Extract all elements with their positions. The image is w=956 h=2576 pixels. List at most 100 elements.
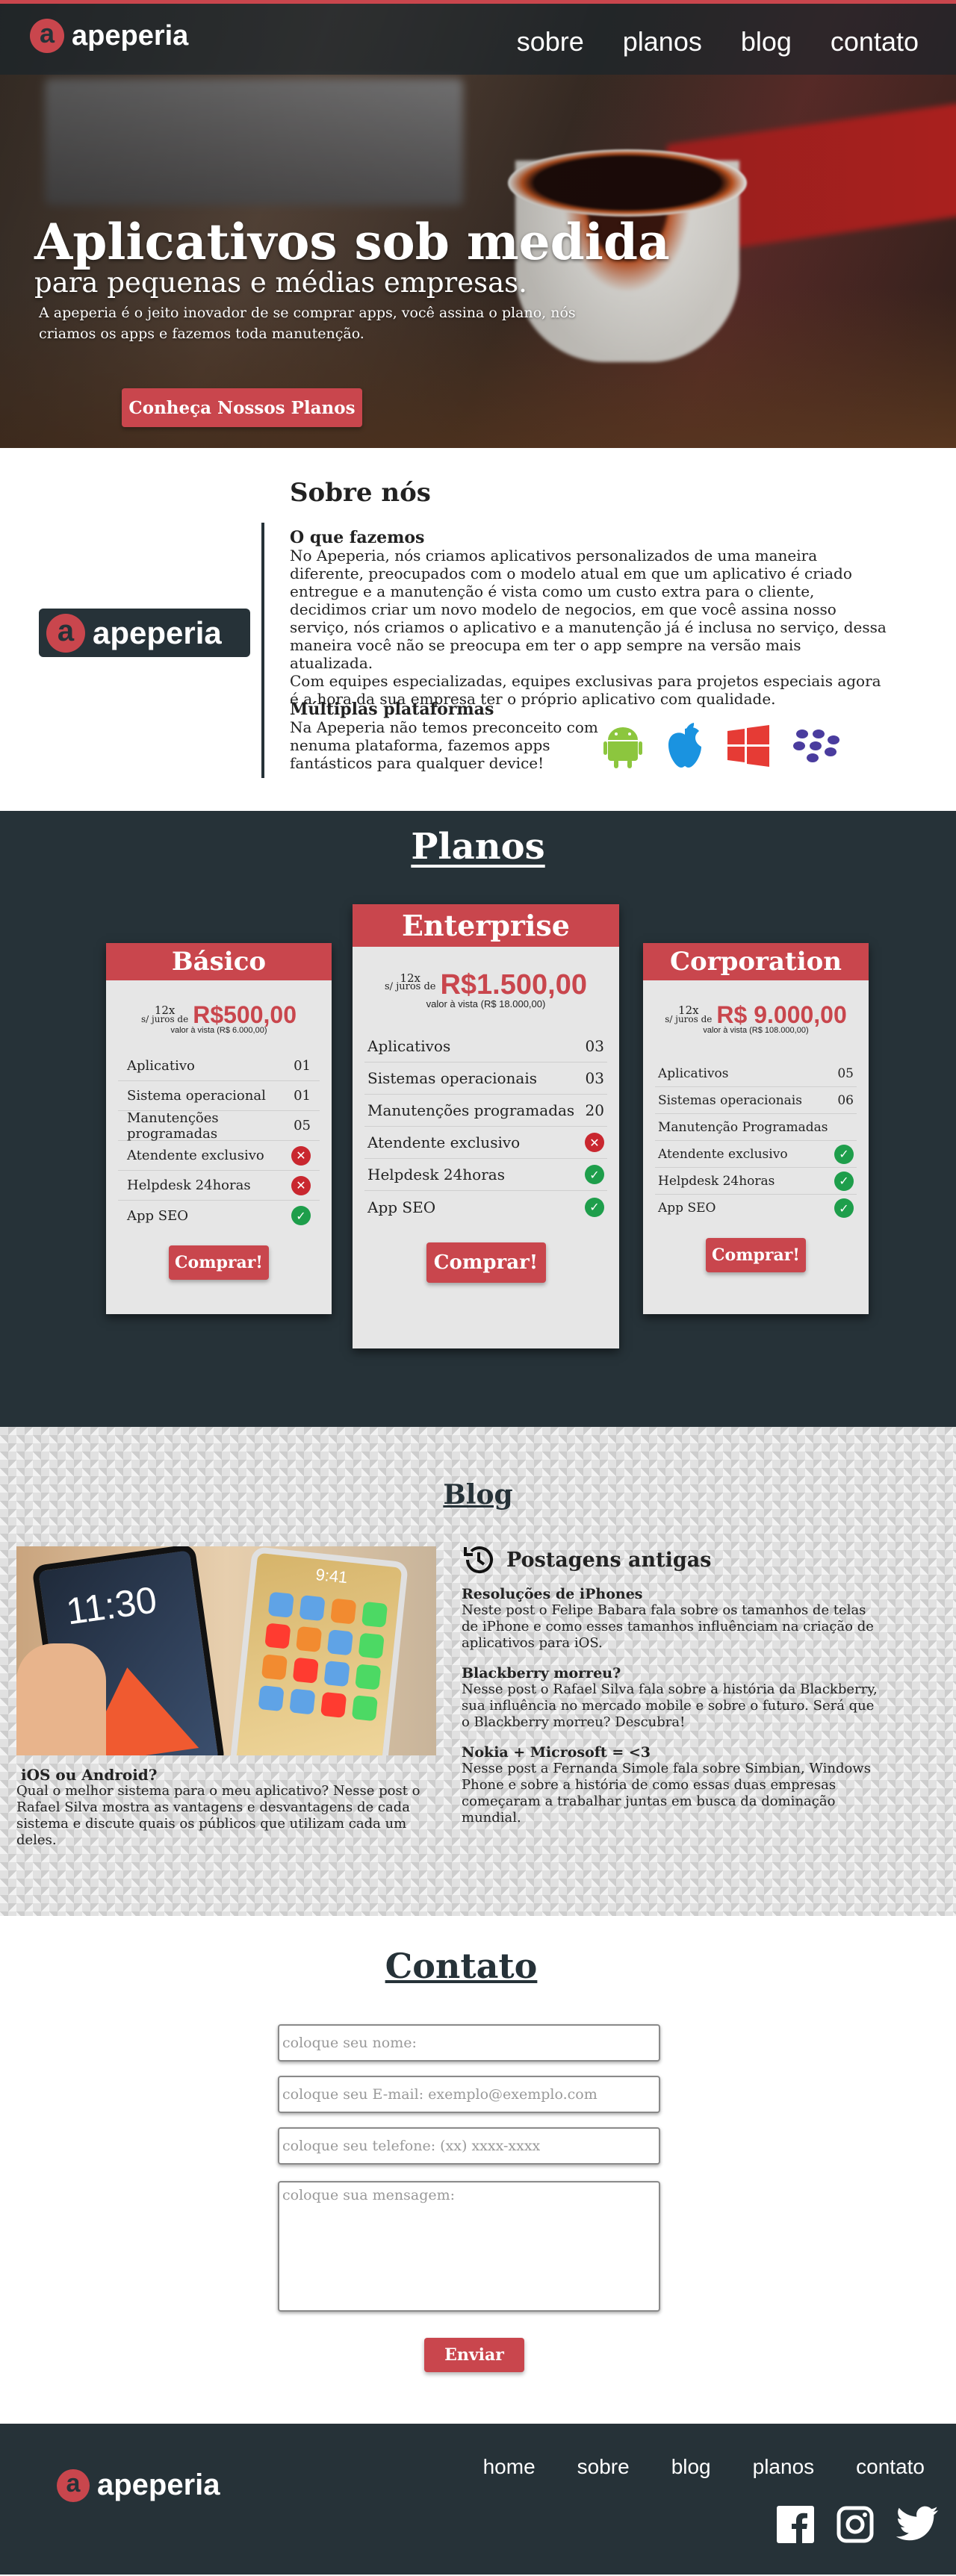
message-field[interactable] <box>278 2181 660 2312</box>
blog-section: Blog 11:30 9:41 iOS ou Android? Qual o m… <box>0 1427 956 1916</box>
plan-price: 12x s/ juros de R$ 9.000,00 <box>643 1001 869 1029</box>
plan-price-value: R$500,00 <box>193 1001 297 1028</box>
feature-row: Sistemas operacionais 03 <box>364 1063 607 1095</box>
feature-row: Atendente exclusivo ✓ <box>655 1141 857 1168</box>
older-post: Nokia + Microsoft = <3 Nesse post a Fern… <box>462 1744 880 1826</box>
main-nav: sobre planos blog contato <box>517 26 919 57</box>
plan-cash-price: valor à vista (R$ 6.000,00) <box>170 1026 267 1035</box>
footer-nav-contato[interactable]: contato <box>856 2455 925 2479</box>
contact-section: Contato Enviar <box>0 1916 956 2424</box>
apple-icon <box>668 723 701 768</box>
email-field[interactable] <box>278 2076 660 2113</box>
feature-row: Atendente exclusivo ✕ <box>364 1127 607 1159</box>
phone-field[interactable] <box>278 2127 660 2165</box>
older-post: Resoluções de iPhones Neste post o Felip… <box>462 1586 880 1652</box>
check-icon: ✓ <box>834 1198 854 1218</box>
nav-sobre[interactable]: sobre <box>517 26 584 57</box>
check-icon: ✓ <box>291 1206 311 1225</box>
plan-features: Aplicativo 01 Sistema operacional 01 Manut… <box>118 1051 320 1231</box>
blackberry-icon <box>793 729 839 762</box>
feature-row: Aplicativos 03 <box>364 1030 607 1063</box>
plans-title: Planos <box>411 826 545 868</box>
check-icon: ✓ <box>834 1171 854 1191</box>
logo-mark: a <box>57 2468 90 2502</box>
name-field[interactable] <box>278 2024 660 2062</box>
plan-price-value: R$1.500,00 <box>440 969 587 1001</box>
about-title: Sobre nós <box>290 478 431 508</box>
iphone-image: 9:41 <box>229 1546 409 1755</box>
footer-nav-sobre[interactable]: sobre <box>577 2455 630 2479</box>
feature-row: Helpdesk 24horas ✓ <box>364 1159 607 1191</box>
footer-nav: home sobre blog planos contato <box>483 2455 925 2479</box>
feature-row: App SEO ✓ <box>118 1201 320 1231</box>
footer-logo[interactable]: a apeperia <box>57 2468 220 2502</box>
hero-subtitle: para pequenas e médias empresas. <box>34 267 527 299</box>
windows-icon <box>727 725 769 767</box>
buy-button-corporation[interactable]: Comprar! <box>706 1238 806 1272</box>
header-logo[interactable]: a apeperia <box>30 19 188 53</box>
about-what-text: No Apeperia, nós criamos aplicativos per… <box>290 547 887 672</box>
older-post-title[interactable]: Nokia + Microsoft = <3 <box>462 1744 880 1761</box>
feature-row: Manutenções programadas 20 <box>364 1095 607 1127</box>
hero-title: Aplicativos sob medida <box>34 213 670 271</box>
plan-name: Básico <box>106 943 332 980</box>
nav-blog[interactable]: blog <box>741 26 792 57</box>
older-posts: Postagens antigas Resoluções de iPhones … <box>462 1543 880 1826</box>
plan-features: Aplicativos 03 Sistemas operacionais 03 Ma… <box>364 1030 607 1223</box>
nav-planos[interactable]: planos <box>623 26 702 57</box>
feature-row: Helpdesk 24horas ✓ <box>655 1168 857 1195</box>
older-post-title[interactable]: Resoluções de iPhones <box>462 1586 880 1602</box>
logo-text: apeperia <box>93 615 222 650</box>
plan-name: Enterprise <box>353 904 619 947</box>
feature-row: Sistema operacional 01 <box>118 1081 320 1111</box>
plan-card-corporation: Corporation 12x s/ juros de R$ 9.000,00 v… <box>643 943 869 1314</box>
older-post-text: Nesse post o Rafael Silva fala sobre a h… <box>462 1681 878 1730</box>
about-what-we-do: O que fazemos No Apeperia, nós criamos a… <box>290 529 887 708</box>
feature-row: Manutenção Programadas <box>655 1114 857 1141</box>
logo-text: apeperia <box>72 19 189 52</box>
send-button[interactable]: Enviar <box>424 2338 524 2372</box>
x-icon: ✕ <box>291 1175 311 1195</box>
plan-features: Aplicativos 05 Sistemas operacionais 06 Ma… <box>655 1060 857 1222</box>
hand-image <box>16 1643 106 1755</box>
logo-mark: a <box>46 613 85 653</box>
nav-contato[interactable]: contato <box>831 26 919 57</box>
logo-text: apeperia <box>97 2468 220 2501</box>
plan-interest: s/ juros de <box>665 1014 713 1024</box>
older-post-title[interactable]: Blackberry morreu? <box>462 1665 880 1681</box>
about-divider <box>261 523 264 778</box>
logo-mark: a <box>30 19 64 53</box>
about-logo: a apeperia <box>39 609 250 657</box>
twitter-icon[interactable] <box>896 2506 938 2542</box>
footer-nav-blog[interactable]: blog <box>671 2455 711 2479</box>
about-platforms-heading: Múltiplas plataformas <box>290 700 494 719</box>
x-icon: ✕ <box>585 1133 604 1152</box>
footer-nav-planos[interactable]: planos <box>753 2455 815 2479</box>
older-post-text: Neste post o Felipe Babara fala sobre os… <box>462 1602 874 1651</box>
footer-nav-home[interactable]: home <box>483 2455 536 2479</box>
older-post-text: Nesse post a Fernanda Simole fala sobre … <box>462 1761 871 1826</box>
feature-row: Helpdesk 24horas ✕ <box>118 1171 320 1201</box>
instagram-icon[interactable] <box>836 2506 874 2543</box>
blog-title: Blog <box>443 1479 513 1511</box>
check-icon: ✓ <box>585 1165 604 1184</box>
plans-section: Planos Básico 12x s/ juros de R$500,00 va… <box>0 811 956 1427</box>
older-post: Blackberry morreu? Nesse post o Rafael S… <box>462 1665 880 1731</box>
featured-post-title[interactable]: iOS ou Android? <box>21 1767 450 1783</box>
plan-price: 12x s/ juros de R$500,00 <box>106 1001 332 1029</box>
older-posts-heading: Postagens antigas <box>462 1543 880 1577</box>
featured-post-text: Qual o melhor sistema para o meu aplicat… <box>16 1783 420 1848</box>
about-platforms-text: Na Apeperia não temos preconceito com ne… <box>290 718 598 772</box>
blog-post-image[interactable]: 11:30 9:41 <box>16 1546 436 1755</box>
facebook-icon[interactable] <box>777 2506 814 2543</box>
see-plans-button[interactable]: Conheça Nossos Planos <box>122 388 362 427</box>
social-links <box>777 2506 938 2543</box>
featured-post: iOS ou Android? Qual o melhor sistema pa… <box>16 1767 450 1849</box>
platform-icons <box>603 723 841 769</box>
check-icon: ✓ <box>834 1144 854 1164</box>
buy-button-enterprise[interactable]: Comprar! <box>426 1242 546 1283</box>
buy-button-basico[interactable]: Comprar! <box>169 1245 269 1280</box>
x-icon: ✕ <box>291 1145 311 1166</box>
about-what-heading: O que fazemos <box>290 528 425 547</box>
about-platforms: Múltiplas plataformas Na Apeperia não te… <box>290 700 603 772</box>
